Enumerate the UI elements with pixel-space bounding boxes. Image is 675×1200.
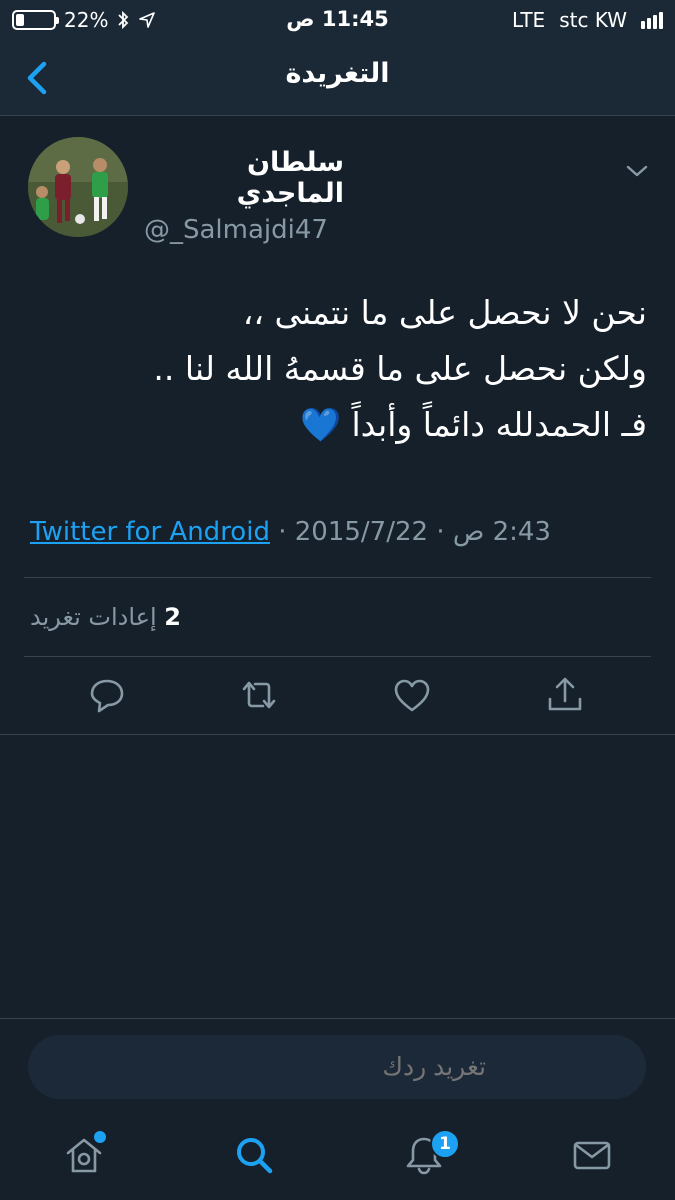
reply-input[interactable] <box>28 1035 646 1099</box>
tweet-time: 2:43 ص <box>452 517 551 547</box>
home-unread-dot <box>94 1131 106 1143</box>
avatar-image <box>28 137 128 237</box>
retweet-label: إعادات تغريد <box>30 603 157 631</box>
tweet-header: التغريدة <box>0 40 675 116</box>
network-type: LTE <box>511 8 546 32</box>
bottom-area: 1 <box>0 1018 675 1200</box>
retweet-stats[interactable]: 2 إعادات تغريد <box>30 603 181 631</box>
reply-icon <box>90 679 124 713</box>
meta-separator: · <box>436 517 453 547</box>
mail-icon <box>573 1141 611 1170</box>
divider <box>24 577 651 578</box>
tweet-line: فـ الحمدلله دائماً وأبداً 💙 <box>299 405 647 444</box>
tweet-text: نحن لا نحصل على ما نتمنى ،، ولكن نحصل عل… <box>27 285 647 453</box>
notifications-badge: 1 <box>430 1129 460 1159</box>
like-button[interactable] <box>389 672 435 718</box>
heart-icon <box>394 679 430 712</box>
retweet-count: 2 <box>164 603 181 631</box>
page-title: التغريدة <box>285 58 390 89</box>
tab-messages[interactable] <box>570 1133 614 1177</box>
search-icon <box>237 1138 273 1174</box>
tab-bar: 1 <box>0 1119 675 1199</box>
avatar[interactable] <box>28 137 128 237</box>
tweet-meta: Twitter for Android · 2015/7/22 · 2:43 ص <box>30 517 551 547</box>
retweet-icon <box>242 681 276 709</box>
tweet-actions <box>0 672 675 732</box>
tweet-date: 2015/7/22 <box>294 517 429 547</box>
tweet-line: نحن لا نحصل على ما نتمنى ،، <box>242 293 647 332</box>
signal-icon <box>641 11 663 29</box>
display-name: سلطان الماجدي <box>236 147 344 209</box>
tweet-source-link[interactable]: Twitter for Android <box>30 517 270 547</box>
status-bar: 22% 11:45 ص LTE stc KW <box>0 0 675 40</box>
divider <box>24 656 651 657</box>
meta-separator: · <box>278 517 295 547</box>
user-handle: @_Salmajdi47 <box>144 215 328 245</box>
tweet-line: ولكن نحصل على ما قسمهُ الله لنا .. <box>153 349 647 388</box>
retweet-button[interactable] <box>236 672 282 718</box>
tweet-options-button[interactable] <box>624 161 650 181</box>
tab-search[interactable] <box>232 1133 276 1177</box>
share-icon <box>548 677 582 711</box>
tweet-detail: سلطان الماجدي @_Salmajdi47 نحن لا نحصل ع… <box>0 117 675 735</box>
carrier-name: stc KW <box>559 8 627 32</box>
tweet-author[interactable]: سلطان الماجدي @_Salmajdi47 <box>144 147 484 245</box>
chevron-down-icon <box>626 165 648 177</box>
reply-button[interactable] <box>84 672 130 718</box>
share-button[interactable] <box>542 672 588 718</box>
status-right: LTE stc KW <box>512 8 663 32</box>
